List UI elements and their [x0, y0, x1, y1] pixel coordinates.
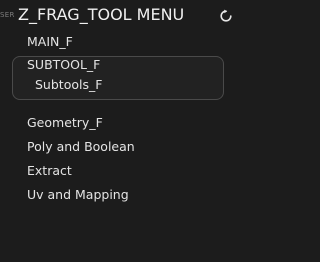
menu-item-geometry-f[interactable]: Geometry_F [27, 115, 103, 130]
edge-label: SER [0, 11, 15, 19]
menu-item-main-f[interactable]: MAIN_F [27, 34, 73, 49]
panel-title: Z_FRAG_TOOL MENU [18, 5, 185, 24]
menu-item-subtools-f[interactable]: Subtools_F [35, 77, 102, 92]
menu-item-poly-and-boolean[interactable]: Poly and Boolean [27, 139, 135, 154]
menu-item-extract[interactable]: Extract [27, 163, 72, 178]
menu-item-uv-and-mapping[interactable]: Uv and Mapping [27, 187, 129, 202]
menu-item-subtool-f[interactable]: SUBTOOL_F [27, 57, 100, 72]
zbrush-menu-panel: SER Z_FRAG_TOOL MENU MAIN_F SUBTOOL_F Su… [0, 0, 248, 262]
refresh-icon[interactable] [219, 8, 233, 22]
